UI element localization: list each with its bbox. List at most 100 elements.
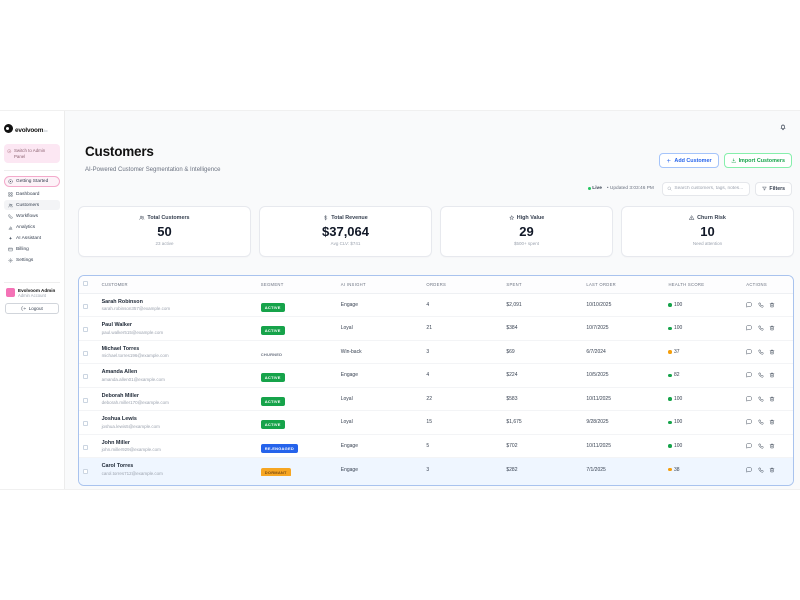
stat-label: High Value xyxy=(516,215,545,221)
select-all-checkbox[interactable] xyxy=(83,281,88,287)
row-checkbox[interactable] xyxy=(83,303,88,309)
table-row[interactable]: Sarah Robinson sarah.robinson357@example… xyxy=(79,293,793,317)
trash-icon[interactable] xyxy=(769,419,775,425)
row-checkbox[interactable] xyxy=(83,468,88,474)
orders-count: 4 xyxy=(422,363,503,387)
trash-icon[interactable] xyxy=(769,302,775,308)
spent-amount: $702 xyxy=(502,433,583,458)
orders-count: 4 xyxy=(426,301,430,308)
switch-admin-button[interactable]: Switch to Admin Panel xyxy=(4,144,60,164)
table-row[interactable]: John Miller john.miller929@example.com R… xyxy=(79,433,793,458)
chat-icon[interactable] xyxy=(746,302,752,308)
chat-icon[interactable] xyxy=(746,396,752,402)
phone-icon[interactable] xyxy=(758,419,764,425)
last-order-date: 6/7/2024 xyxy=(582,339,665,364)
logout-button[interactable]: Logout xyxy=(5,302,59,314)
health-value: 82 xyxy=(673,372,680,379)
phone-icon[interactable] xyxy=(758,302,764,308)
trash-icon[interactable] xyxy=(769,349,775,355)
sidebar-item-settings[interactable]: Settings xyxy=(4,255,60,266)
phone-icon[interactable] xyxy=(758,467,764,473)
segment-badge: RE-ENGAGED xyxy=(260,443,298,453)
trash-icon[interactable] xyxy=(769,467,775,473)
sidebar-item-analytics[interactable]: Analytics xyxy=(4,222,60,233)
segment-badge: ACTIVE xyxy=(260,326,285,336)
customer-email: john.miller929@example.com xyxy=(101,447,161,452)
row-checkbox[interactable] xyxy=(83,397,88,403)
chat-icon[interactable] xyxy=(746,372,752,378)
user-profile[interactable]: Evolvoom Admin Admin Account xyxy=(4,288,60,298)
sidebar-item-dashboard[interactable]: Dashboard xyxy=(4,189,60,200)
sidebar-nav: Getting Started Dashboard Customers Work… xyxy=(4,176,60,266)
ai-insight: Engage xyxy=(336,363,423,387)
chat-icon[interactable] xyxy=(746,349,752,355)
phone-icon[interactable] xyxy=(758,349,764,355)
search-box[interactable] xyxy=(661,181,750,196)
table-row[interactable]: Amanda Allen amanda.allen01@example.com … xyxy=(79,363,793,387)
customer-name: Joshua Lewis xyxy=(101,416,137,422)
header-actions: Add Customer Import Customers xyxy=(659,153,792,168)
table-row[interactable]: Joshua Lewis joshua.lewis5@example.com A… xyxy=(79,410,793,434)
sidebar-item-workflows[interactable]: Workflows xyxy=(4,211,60,222)
add-customer-button[interactable]: Add Customer xyxy=(659,153,719,168)
health-value: 100 xyxy=(673,419,683,426)
search-icon xyxy=(667,186,672,191)
settings-icon xyxy=(8,258,13,263)
row-checkbox[interactable] xyxy=(83,444,88,450)
filters-button[interactable]: Filters xyxy=(754,181,792,196)
ai-insight: Engage xyxy=(340,301,358,308)
chat-icon[interactable] xyxy=(746,467,752,473)
column-header-health-score: Health Score xyxy=(664,276,743,294)
row-checkbox[interactable] xyxy=(83,327,88,333)
last-order-date: 10/7/2025 xyxy=(582,316,665,340)
billing-icon xyxy=(8,247,13,252)
search-input[interactable] xyxy=(674,186,745,191)
health-dot-icon xyxy=(668,467,672,472)
import-icon xyxy=(731,158,737,164)
table-row[interactable]: Carol Torres carol.torres712@example.com… xyxy=(79,457,793,481)
main-content: Customers AI-Powered Customer Segmentati… xyxy=(65,111,800,489)
bell-icon[interactable] xyxy=(779,123,787,131)
row-checkbox[interactable] xyxy=(83,350,88,356)
switch-admin-icon xyxy=(7,149,12,154)
sidebar-item-billing[interactable]: Billing xyxy=(4,244,60,255)
ai-insight: Loyal xyxy=(336,386,423,411)
last-order-date: 7/1/2025 xyxy=(582,457,665,481)
health-dot-icon xyxy=(668,326,672,330)
row-checkbox[interactable] xyxy=(83,421,88,427)
health-dot-icon xyxy=(668,444,672,448)
trash-icon[interactable] xyxy=(769,396,775,402)
target-icon xyxy=(8,179,13,184)
customers-table-card: Customer Segment AI Insight Orders Spent Last… xyxy=(78,275,794,486)
table-row[interactable]: Paul Walker paul.walker515@example.com A… xyxy=(79,316,793,340)
import-customers-button[interactable]: Import Customers xyxy=(723,153,792,168)
table-row[interactable]: Deborah Miller deborah.miller170@example… xyxy=(79,386,793,411)
phone-icon[interactable] xyxy=(758,325,764,331)
table-row[interactable]: Michael Torres michael.torres196@example… xyxy=(79,339,793,364)
trash-icon[interactable] xyxy=(769,443,775,449)
chat-icon[interactable] xyxy=(746,325,752,331)
trash-icon[interactable] xyxy=(769,325,775,331)
ai-insight: Loyal xyxy=(336,316,423,340)
app-window: evolvoom.io Switch to Admin Panel Gettin… xyxy=(0,110,800,490)
sidebar-item-getting-started[interactable]: Getting Started xyxy=(4,176,60,187)
customer-name: John Miller xyxy=(101,439,131,446)
health-score: 100 xyxy=(668,325,738,331)
customer-name: Sarah Robinson xyxy=(101,298,143,305)
trash-icon[interactable] xyxy=(769,372,775,378)
spent-amount: $384 xyxy=(502,316,583,340)
row-checkbox[interactable] xyxy=(83,374,88,380)
sidebar-item-label: Dashboard xyxy=(16,191,40,197)
phone-icon[interactable] xyxy=(758,443,764,449)
sidebar-item-customers[interactable]: Customers xyxy=(4,199,60,211)
sidebar-item-ai-assistant[interactable]: AI Assistant xyxy=(4,233,60,244)
customer-email: joshua.lewis5@example.com xyxy=(101,423,160,429)
health-score: 100 xyxy=(668,302,738,308)
table-header-row: Customer Segment AI Insight Orders Spent Last… xyxy=(79,276,793,294)
orders-count: 5 xyxy=(422,433,503,458)
phone-icon[interactable] xyxy=(758,372,764,378)
chat-icon[interactable] xyxy=(746,443,752,449)
chat-icon[interactable] xyxy=(746,419,752,425)
last-order-date: 9/28/2025 xyxy=(582,410,665,434)
phone-icon[interactable] xyxy=(758,396,764,402)
